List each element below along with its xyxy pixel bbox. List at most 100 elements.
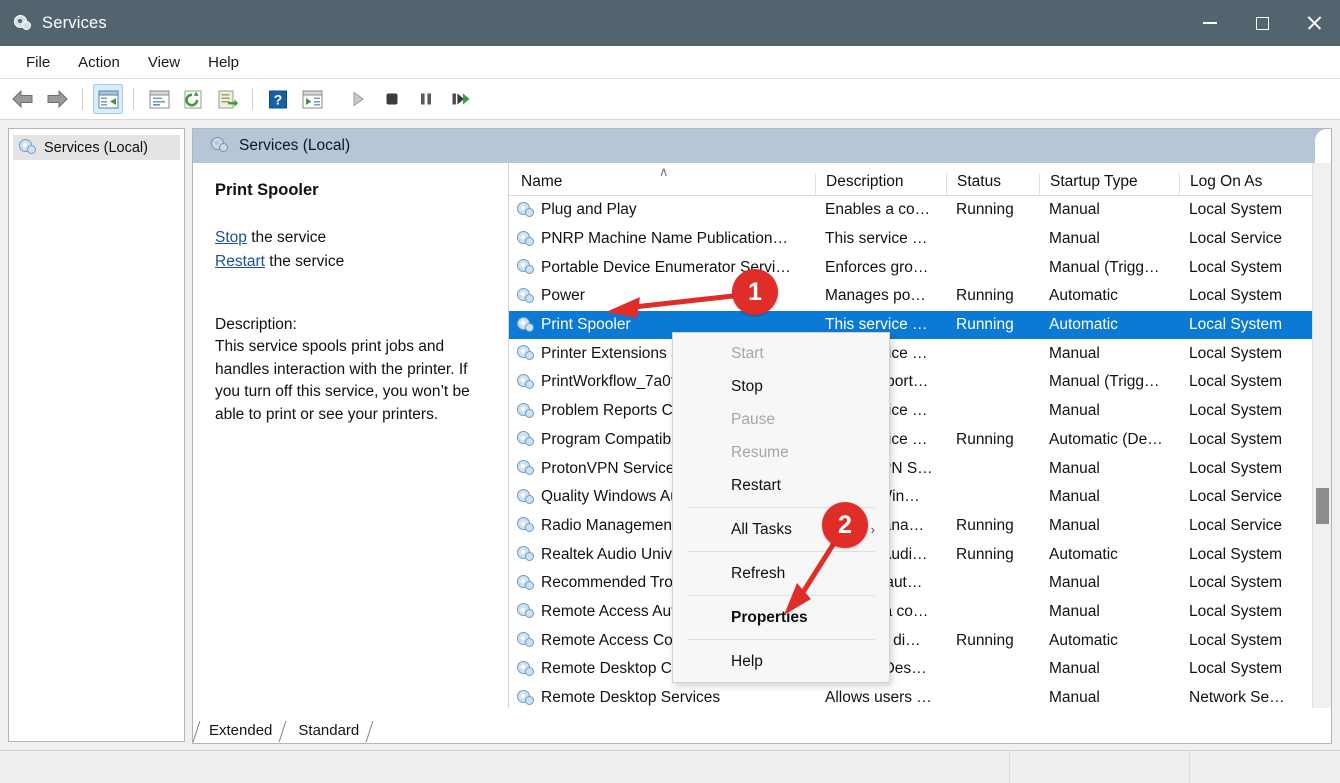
tree-node-services-local[interactable]: Services (Local) bbox=[13, 135, 180, 160]
view-tabs: Extended Standard bbox=[192, 718, 1332, 744]
context-menu-item-label: Resume bbox=[731, 444, 789, 461]
services-gear-icon bbox=[517, 603, 535, 620]
context-menu-item-label: Refresh bbox=[731, 565, 786, 582]
cell-name-label: Plug and Play bbox=[541, 201, 637, 219]
context-menu-item-help[interactable]: Help bbox=[673, 645, 889, 678]
refresh-icon[interactable] bbox=[178, 84, 208, 114]
cell-log-on-as: Local Service bbox=[1189, 516, 1283, 534]
stop-service-icon[interactable] bbox=[377, 84, 407, 114]
cell-status: Running bbox=[956, 516, 1014, 534]
start-service-icon[interactable] bbox=[343, 84, 373, 114]
export-list-icon[interactable] bbox=[212, 84, 242, 114]
cell-log-on-as: Local System bbox=[1189, 660, 1283, 678]
table-row[interactable]: PNRP Machine Name Publication… This servi… bbox=[509, 225, 1331, 254]
cell-log-on-as: Local System bbox=[1189, 545, 1283, 563]
cell-description: Enforces gro… bbox=[825, 258, 929, 276]
stop-service-action: Stop the service bbox=[215, 227, 490, 249]
column-header-description[interactable]: Description bbox=[815, 173, 946, 195]
table-row[interactable]: ProtonVPN ServiceProtonVPN S…ManualLocal… bbox=[509, 454, 1331, 483]
context-menu-item-properties[interactable]: Properties bbox=[673, 601, 889, 634]
services-gear-icon bbox=[517, 460, 535, 477]
tab-extended[interactable]: Extended bbox=[195, 719, 282, 743]
column-header-name[interactable]: Name bbox=[509, 173, 815, 195]
services-gear-icon bbox=[517, 574, 535, 592]
cell-name-label: PNRP Machine Name Publication… bbox=[541, 230, 788, 248]
context-menu-item-label: Help bbox=[731, 653, 763, 670]
menu-file[interactable]: File bbox=[14, 51, 62, 74]
services-gear-icon bbox=[517, 287, 535, 305]
table-row[interactable]: Print Spooler This service … Running Automa… bbox=[509, 310, 1331, 340]
svg-text:?: ? bbox=[274, 91, 283, 107]
column-header-startup-type[interactable]: Startup Type bbox=[1039, 173, 1179, 195]
minimize-button[interactable] bbox=[1184, 0, 1236, 46]
menu-action[interactable]: Action bbox=[66, 51, 132, 74]
table-row[interactable]: Radio Management ServiceRadio Mana…Runni… bbox=[509, 512, 1331, 541]
table-row[interactable]: Remote Desktop ConfigurationRemote Des…M… bbox=[509, 655, 1331, 684]
properties-icon[interactable] bbox=[144, 84, 174, 114]
list-vertical-scrollbar[interactable] bbox=[1312, 163, 1331, 708]
context-menu-item-start: Start bbox=[673, 337, 889, 370]
cell-startup-type: Automatic (De… bbox=[1049, 430, 1163, 448]
description-label: Description: bbox=[215, 315, 297, 333]
menu-separator bbox=[687, 595, 875, 596]
scrollbar-thumb[interactable] bbox=[1316, 488, 1329, 524]
services-gear-icon bbox=[517, 517, 535, 534]
cell-startup-type: Manual bbox=[1049, 689, 1100, 707]
show-hide-console-tree-icon[interactable] bbox=[93, 84, 123, 114]
status-cell-secondary bbox=[1010, 750, 1190, 783]
cell-description: Manages po… bbox=[825, 287, 926, 305]
table-row[interactable]: Problem Reports Control Panel…This servi… bbox=[509, 397, 1331, 426]
restart-suffix: the service bbox=[264, 253, 345, 271]
cell-startup-type: Automatic bbox=[1049, 545, 1118, 563]
help-icon[interactable]: ? bbox=[263, 84, 293, 114]
table-row[interactable]: Remote Access Connection…Manages di…Runn… bbox=[509, 626, 1331, 655]
close-button[interactable] bbox=[1288, 0, 1340, 46]
cell-startup-type: Manual bbox=[1049, 459, 1100, 477]
table-row[interactable]: Portable Device Enumerator Servi… Enforce… bbox=[509, 253, 1331, 282]
cell-startup-type: Manual bbox=[1049, 230, 1100, 248]
maximize-button[interactable] bbox=[1236, 0, 1288, 46]
maximize-icon bbox=[1255, 16, 1269, 30]
column-header-log-on-as[interactable]: Log On As bbox=[1179, 173, 1331, 195]
table-row[interactable]: PrintWorkflow_7a0f1Print support…Manual … bbox=[509, 368, 1331, 397]
cell-startup-type: Automatic bbox=[1049, 316, 1118, 334]
status-cell-main bbox=[0, 750, 1010, 783]
stop-service-link[interactable]: Stop bbox=[215, 229, 247, 246]
tab-standard[interactable]: Standard bbox=[284, 719, 369, 743]
cell-name-label: Remote Desktop Services bbox=[541, 689, 721, 707]
restart-service-icon[interactable] bbox=[445, 84, 475, 114]
context-menu-item-restart[interactable]: Restart bbox=[673, 469, 889, 502]
cell-description: This service … bbox=[825, 230, 928, 248]
show-action-pane-icon[interactable] bbox=[297, 84, 327, 114]
table-row[interactable]: Realtek Audio Universal ServiceRealtek A… bbox=[509, 540, 1331, 569]
menu-bar: File Action View Help bbox=[0, 46, 1340, 79]
table-row[interactable]: Printer Extensions and Notificat…This se… bbox=[509, 339, 1331, 368]
services-gear-icon bbox=[517, 373, 535, 391]
cell-log-on-as: Local System bbox=[1189, 459, 1283, 477]
table-row[interactable]: Plug and Play Enables a co… Running Manual L… bbox=[509, 196, 1331, 225]
context-menu-item-stop[interactable]: Stop bbox=[673, 370, 889, 403]
back-icon[interactable] bbox=[8, 84, 38, 114]
forward-icon[interactable] bbox=[42, 84, 72, 114]
table-row[interactable]: Remote Access Auto Connection…Creates a … bbox=[509, 598, 1331, 627]
restart-service-link[interactable]: Restart bbox=[215, 253, 265, 270]
table-row[interactable]: Power Manages po… Running Automatic Local Sy… bbox=[509, 282, 1331, 311]
context-menu-item-resume: Resume bbox=[673, 436, 889, 469]
cell-status: Running bbox=[956, 316, 1014, 334]
table-row[interactable]: Remote Desktop Services Allows users … Man… bbox=[509, 684, 1331, 713]
menu-view[interactable]: View bbox=[136, 51, 192, 74]
cell-status: Running bbox=[956, 287, 1014, 305]
menu-separator bbox=[687, 639, 875, 640]
window-controls bbox=[1184, 0, 1340, 46]
menu-help[interactable]: Help bbox=[196, 51, 251, 74]
table-row[interactable]: Program Compatibility Assistant…This ser… bbox=[509, 426, 1331, 455]
column-header-status[interactable]: Status bbox=[946, 173, 1039, 195]
cell-name-label: Power bbox=[541, 287, 585, 305]
services-gear-icon bbox=[517, 488, 535, 506]
table-row[interactable]: Quality Windows Audio Video…Quality Win…… bbox=[509, 483, 1331, 512]
context-menu-item-refresh[interactable]: Refresh bbox=[673, 557, 889, 590]
list-header: Name Description Status Startup Type Log… bbox=[509, 163, 1331, 196]
table-row[interactable]: Recommended Troubleshooting…Enables aut…… bbox=[509, 569, 1331, 598]
cell-log-on-as: Network Se… bbox=[1189, 689, 1285, 707]
pause-service-icon[interactable] bbox=[411, 84, 441, 114]
